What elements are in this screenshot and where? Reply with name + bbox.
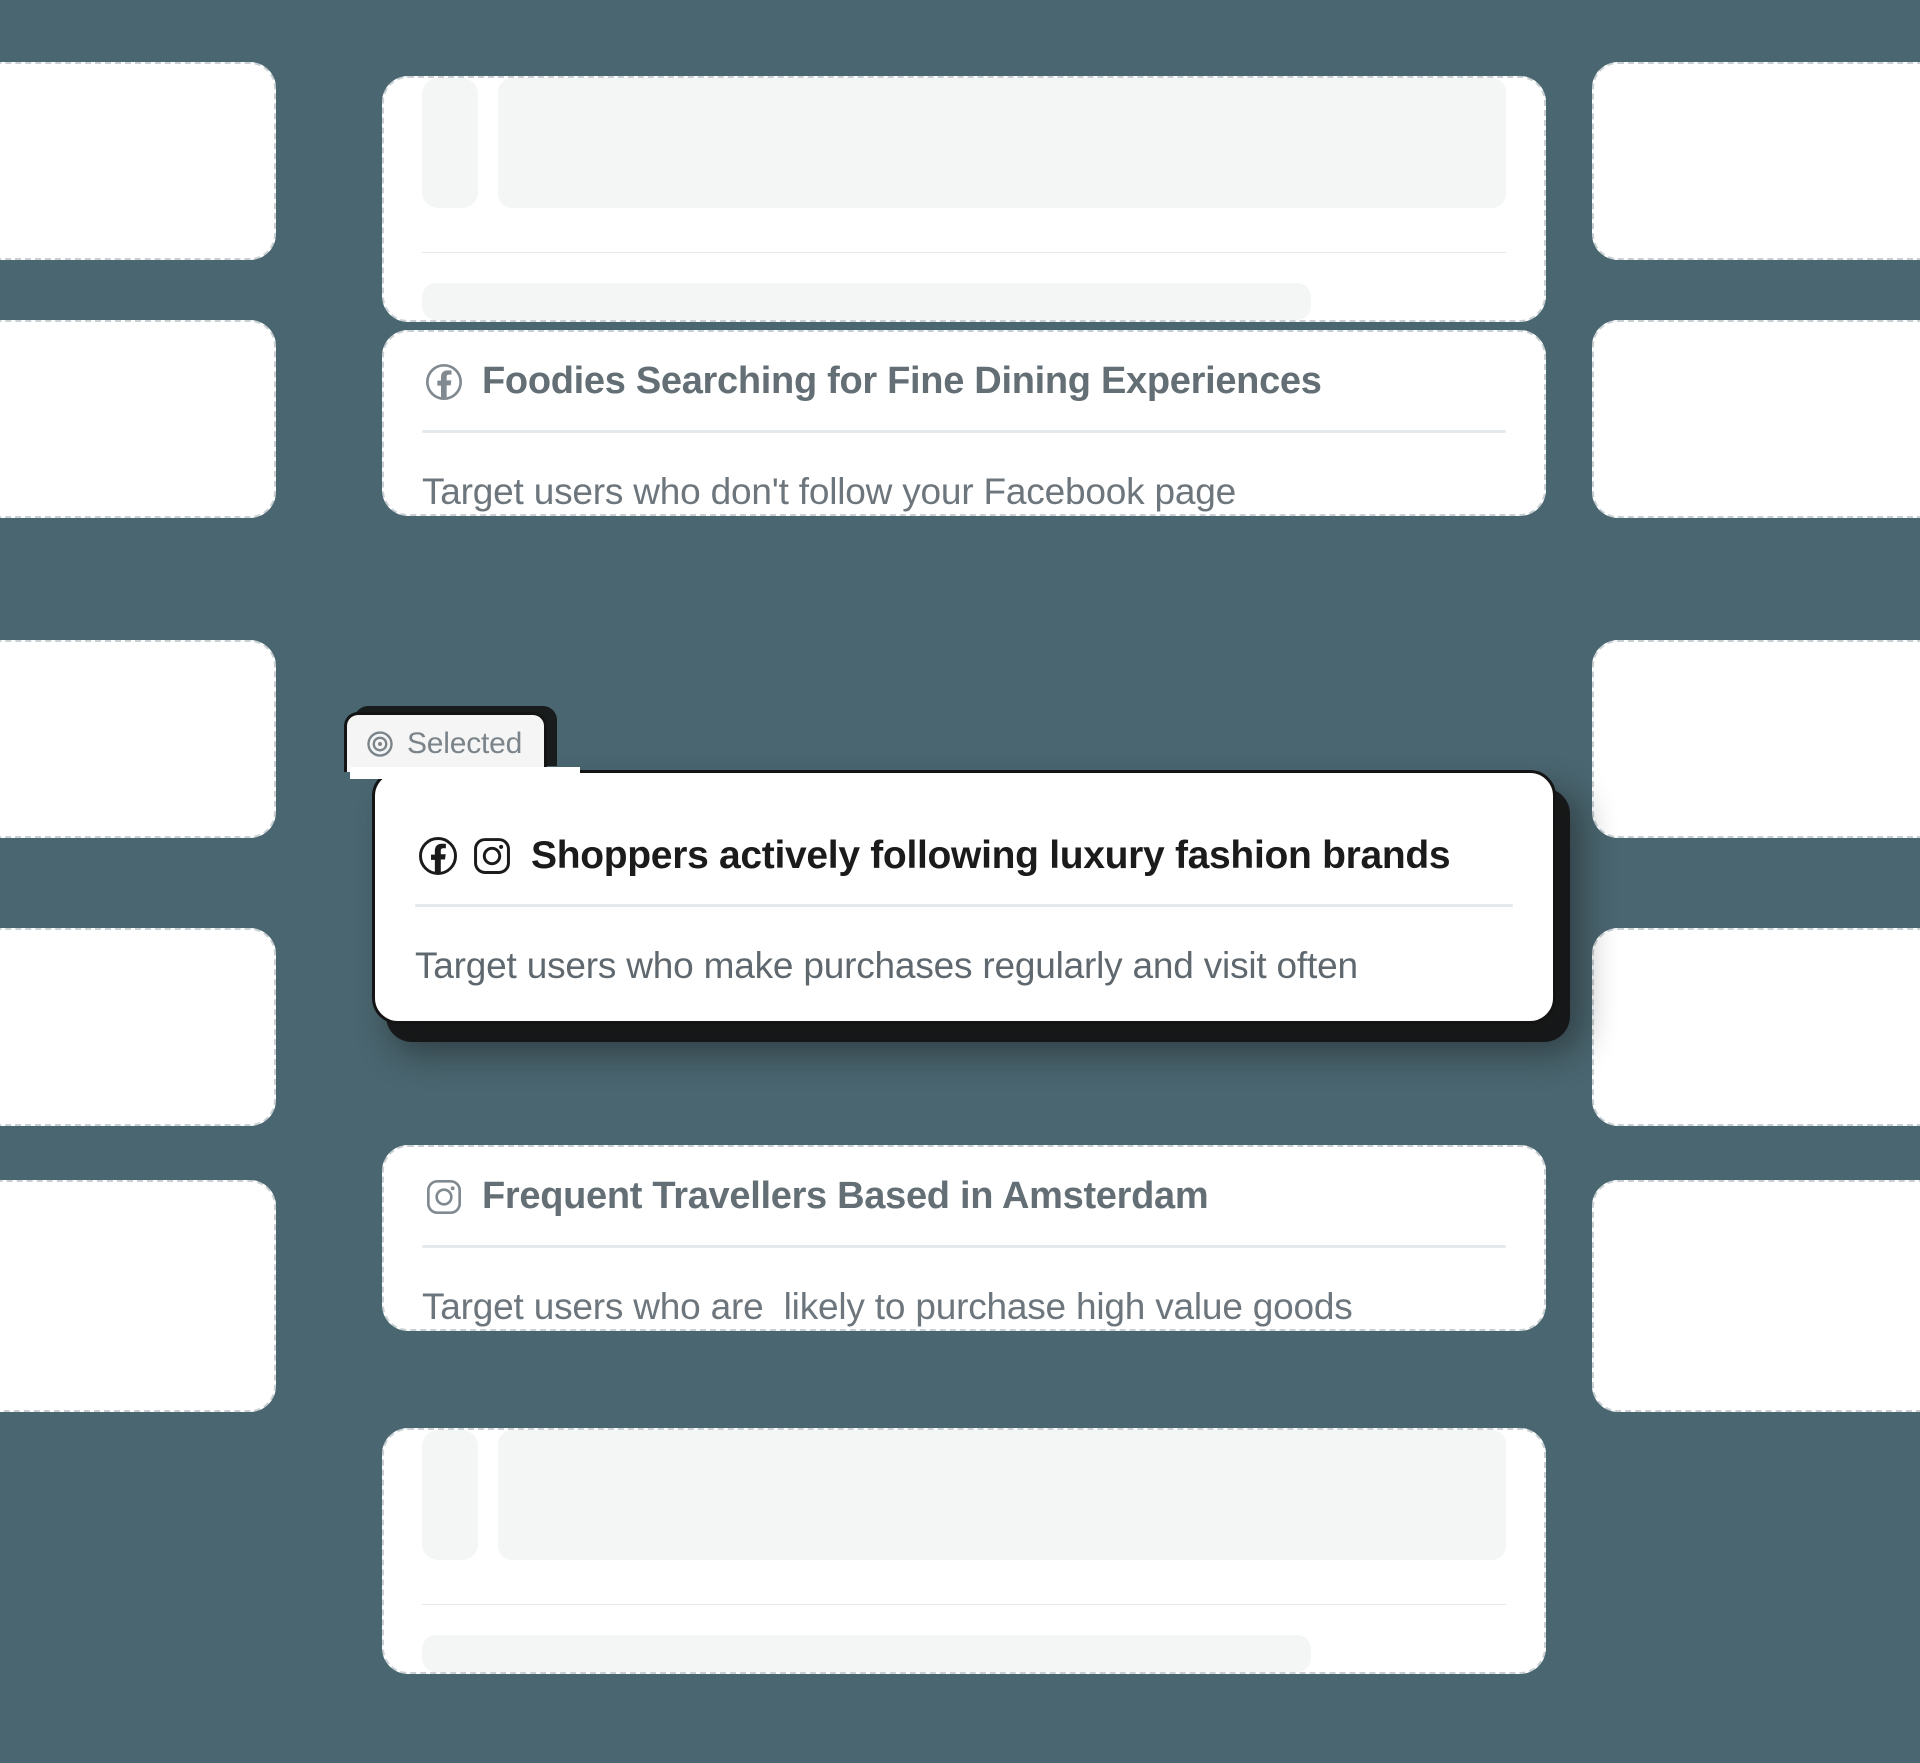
side-card-left-4[interactable] [0,928,276,1126]
selected-badge-label: Selected [407,726,523,760]
facebook-icon [424,362,464,402]
badge-merge-strip [350,767,580,779]
side-card-left-1[interactable] [0,62,276,260]
audience-card-luxury-shoppers[interactable]: Shoppers actively following luxury fashi… [350,767,1556,1024]
instagram-icon [424,1177,464,1217]
side-card-left-2[interactable] [0,320,276,518]
card-header: Shoppers actively following luxury fashi… [415,808,1513,904]
facebook-icon [417,835,459,877]
target-icon [365,729,395,759]
side-card-right-1[interactable] [1592,62,1920,260]
side-card-right-2[interactable] [1592,320,1920,518]
card-description: Target users who make purchases regularl… [415,944,1358,986]
skeleton-card-bottom[interactable] [382,1428,1546,1674]
skeleton-card-top[interactable] [382,76,1546,322]
skeleton-divider [422,1604,1506,1605]
skeleton-head-row [422,1430,1506,1560]
side-card-left-5[interactable] [0,1180,276,1412]
audience-card-foodies[interactable]: Foodies Searching for Fine Dining Experi… [382,330,1546,516]
skeleton-desc-placeholder [422,282,1311,320]
skeleton-title-placeholder [498,78,1506,208]
card-header: Foodies Searching for Fine Dining Experi… [422,334,1506,430]
platform-icons [424,1177,464,1217]
platform-icons [424,362,464,402]
audience-card-amsterdam[interactable]: Frequent Travellers Based in Amsterdam T… [382,1145,1546,1331]
card-title: Frequent Travellers Based in Amsterdam [482,1175,1209,1217]
selected-badge[interactable]: Selected [344,712,548,772]
skeleton-icon-placeholder [422,78,478,208]
card-description: Target users who don't follow your Faceb… [422,470,1236,512]
platform-icons [417,835,513,877]
card-title: Foodies Searching for Fine Dining Experi… [482,360,1322,402]
side-card-right-4[interactable] [1592,928,1920,1126]
side-card-right-3[interactable] [1592,640,1920,838]
card-description: Target users who are likely to purchase … [422,1285,1353,1327]
skeleton-title-placeholder [498,1430,1506,1560]
skeleton-head-row [422,78,1506,208]
audience-card-luxury-shoppers-wrap: Selected Shoppers actively following lux… [344,712,1556,1024]
card-title: Shoppers actively following luxury fashi… [531,833,1451,877]
skeleton-divider [422,252,1506,253]
instagram-icon [471,835,513,877]
skeleton-icon-placeholder [422,1430,478,1560]
card-grid-stage: Foodies Searching for Fine Dining Experi… [0,0,1920,1763]
card-header: Frequent Travellers Based in Amsterdam [422,1149,1506,1245]
skeleton-desc-placeholder [422,1634,1311,1672]
side-card-right-5[interactable] [1592,1180,1920,1412]
side-card-left-3[interactable] [0,640,276,838]
